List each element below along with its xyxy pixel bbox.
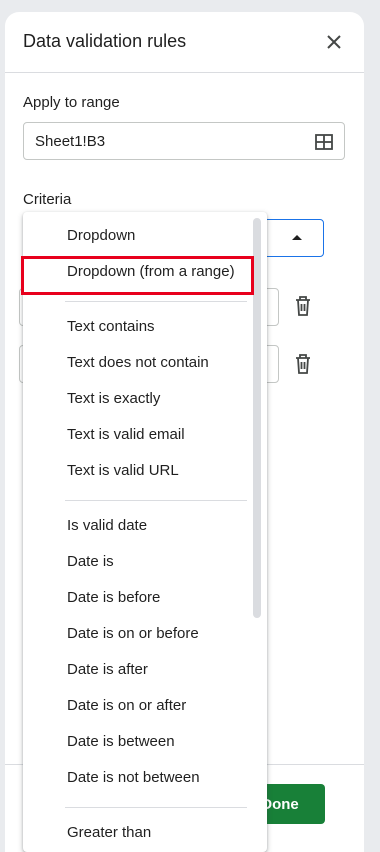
menu-item-text-is-exactly[interactable]: Text is exactly xyxy=(23,381,255,417)
menu-item-dropdown-from-range[interactable]: Dropdown (from a range) xyxy=(23,254,255,290)
panel-header: Data validation rules xyxy=(5,12,364,73)
trash-icon[interactable] xyxy=(292,294,314,318)
grid-icon[interactable] xyxy=(314,132,334,152)
menu-item-date-not-between[interactable]: Date is not between xyxy=(23,760,255,796)
range-value: Sheet1!B3 xyxy=(35,133,106,150)
menu-scrollbar[interactable] xyxy=(253,218,261,618)
close-button[interactable] xyxy=(322,30,346,54)
menu-item-text-not-contains[interactable]: Text does not contain xyxy=(23,345,255,381)
menu-item-date-is[interactable]: Date is xyxy=(23,544,255,580)
menu-item-date-on-or-before[interactable]: Date is on or before xyxy=(23,616,255,652)
menu-item-text-contains[interactable]: Text contains xyxy=(23,309,255,345)
menu-divider xyxy=(65,301,247,302)
menu-item-date-between[interactable]: Date is between xyxy=(23,724,255,760)
apply-to-range-label: Apply to range xyxy=(23,94,120,111)
menu-item-text-valid-url[interactable]: Text is valid URL xyxy=(23,453,255,489)
menu-item-greater-than[interactable]: Greater than xyxy=(23,815,255,851)
menu-item-date-on-or-after[interactable]: Date is on or after xyxy=(23,688,255,724)
trash-icon[interactable] xyxy=(292,352,314,376)
close-icon xyxy=(327,35,341,49)
menu-item-text-valid-email[interactable]: Text is valid email xyxy=(23,417,255,453)
menu-divider xyxy=(65,807,247,808)
caret-up-icon xyxy=(292,235,302,240)
menu-item-is-valid-date[interactable]: Is valid date xyxy=(23,508,255,544)
criteria-label: Criteria xyxy=(23,191,72,208)
criteria-dropdown-menu: Dropdown Dropdown (from a range) Text co… xyxy=(23,212,267,852)
panel-title: Data validation rules xyxy=(23,31,187,51)
range-input[interactable]: Sheet1!B3 xyxy=(23,122,345,160)
menu-divider xyxy=(65,500,247,501)
menu-item-date-after[interactable]: Date is after xyxy=(23,652,255,688)
menu-item-date-before[interactable]: Date is before xyxy=(23,580,255,616)
menu-item-dropdown[interactable]: Dropdown xyxy=(23,218,255,254)
